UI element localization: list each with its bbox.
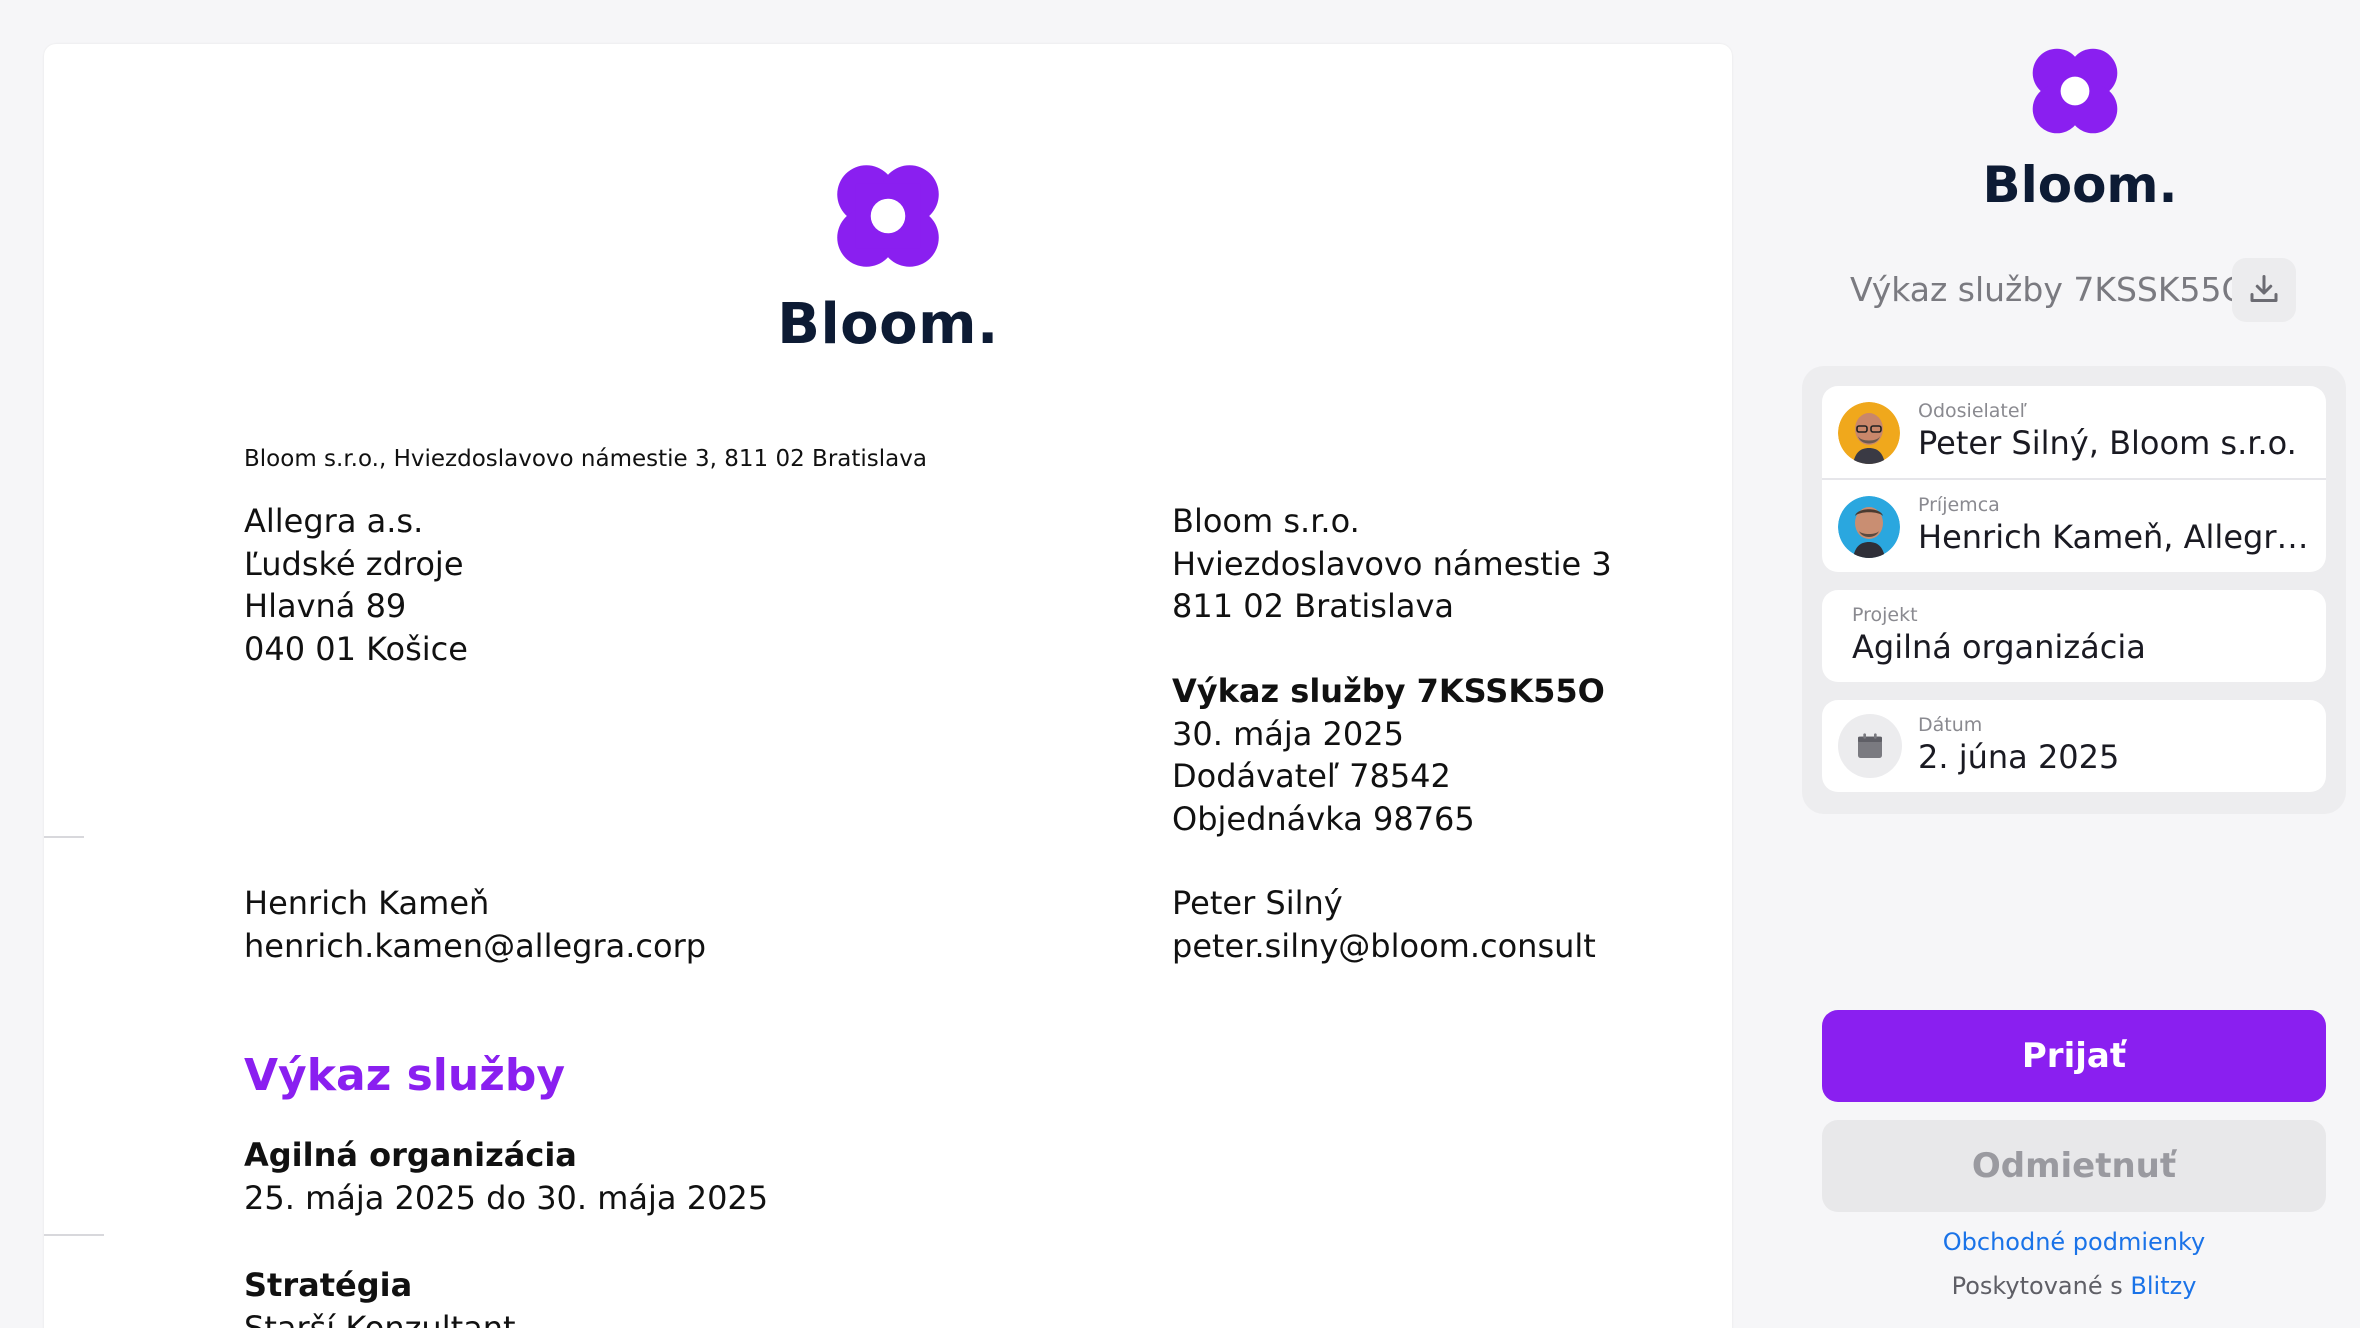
date-value: 2. júna 2025 [1918, 738, 2120, 776]
contact-email: peter.silny@bloom.consult [1172, 926, 1596, 965]
contact-name: Peter Silný [1172, 884, 1343, 922]
recipient-value: Henrich Kameň, Allegr… [1918, 518, 2309, 556]
invoice-order: Objednávka 98765 [1172, 799, 1475, 838]
project-card: Projekt Agilná organizácia [1822, 590, 2326, 682]
invoice-supplier: Dodávateľ 78542 [1172, 757, 1451, 795]
powered-prefix: Poskytované s [1951, 1272, 2123, 1300]
recipient-address: Allegra a.s. Ľudské zdroje Hlavná 89 040… [244, 500, 468, 670]
brand-name: Bloom. [777, 292, 999, 357]
address-line: 040 01 Košice [244, 629, 468, 668]
flower-icon [837, 165, 939, 267]
recipient-contact: Henrich Kameň henrich.kamen@allegra.corp [244, 882, 706, 967]
address-line: Hlavná 89 [244, 587, 407, 625]
invoice-date: 30. mája 2025 [1172, 714, 1404, 753]
date-card: Dátum 2. júna 2025 [1822, 700, 2326, 792]
project-name: Agilná organizácia [244, 1136, 577, 1174]
invoice-info: Výkaz služby 7KSSK55O 30. mája 2025 Dodá… [1172, 670, 1605, 840]
fold-mark [44, 1234, 104, 1236]
avatar [1838, 496, 1900, 558]
contact-name: Henrich Kameň [244, 884, 490, 922]
address-line: 811 02 Bratislava [1172, 587, 1455, 625]
address-line: Allegra a.s. [244, 502, 424, 540]
accept-button[interactable]: Prijať [1822, 1010, 2326, 1102]
strategy-section: Stratégia Starší Konzultant [244, 1264, 516, 1328]
sender-line: Bloom s.r.o., Hviezdoslavovo námestie 3,… [244, 446, 927, 472]
document-heading: Výkaz služby [244, 1050, 565, 1101]
powered-by: Poskytované s Blitzy [1822, 1272, 2326, 1300]
project-value: Agilná organizácia [1852, 628, 2146, 666]
invoice-title: Výkaz služby 7KSSK55O [1172, 672, 1605, 710]
calendar-icon [1838, 714, 1902, 778]
date-label: Dátum [1918, 714, 1983, 736]
project-section: Agilná organizácia 25. mája 2025 do 30. … [244, 1134, 768, 1219]
document-preview: Bloom. Bloom s.r.o., Hviezdoslavovo náme… [44, 44, 1732, 1328]
download-button[interactable] [2232, 258, 2296, 322]
avatar [1838, 402, 1900, 464]
project-period: 25. mája 2025 do 30. mája 2025 [244, 1178, 769, 1217]
strategy-role: Starší Konzultant [244, 1308, 516, 1328]
divider [1822, 478, 2326, 480]
recipient-label: Príjemca [1918, 494, 2000, 516]
address-line: Bloom s.r.o. [1172, 502, 1360, 540]
blitzy-link[interactable]: Blitzy [2130, 1272, 2196, 1300]
fold-mark [44, 836, 84, 838]
sender-label: Odosielateľ [1918, 400, 2027, 422]
sender-contact: Peter Silný peter.silny@bloom.consult [1172, 882, 1596, 967]
terms-link[interactable]: Obchodné podmienky [1822, 1228, 2326, 1256]
strategy-name: Stratégia [244, 1266, 413, 1304]
document-title: Výkaz služby 7KSSK55O [1850, 270, 2248, 309]
info-panel: Odosielateľ Peter Silný, Bloom s.r.o. Pr… [1802, 366, 2346, 814]
brand-name: Bloom. [1982, 156, 2178, 214]
flower-icon [2032, 48, 2118, 134]
sender-address: Bloom s.r.o. Hviezdoslavovo námestie 3 8… [1172, 500, 1612, 628]
address-line: Ľudské zdroje [244, 544, 464, 583]
parties-card: Odosielateľ Peter Silný, Bloom s.r.o. Pr… [1822, 386, 2326, 572]
reject-button[interactable]: Odmietnuť [1822, 1120, 2326, 1212]
download-icon [2250, 275, 2278, 302]
address-line: Hviezdoslavovo námestie 3 [1172, 544, 1612, 583]
project-label: Projekt [1852, 604, 1918, 626]
contact-email: henrich.kamen@allegra.corp [244, 926, 707, 965]
sender-value: Peter Silný, Bloom s.r.o. [1918, 424, 2297, 462]
